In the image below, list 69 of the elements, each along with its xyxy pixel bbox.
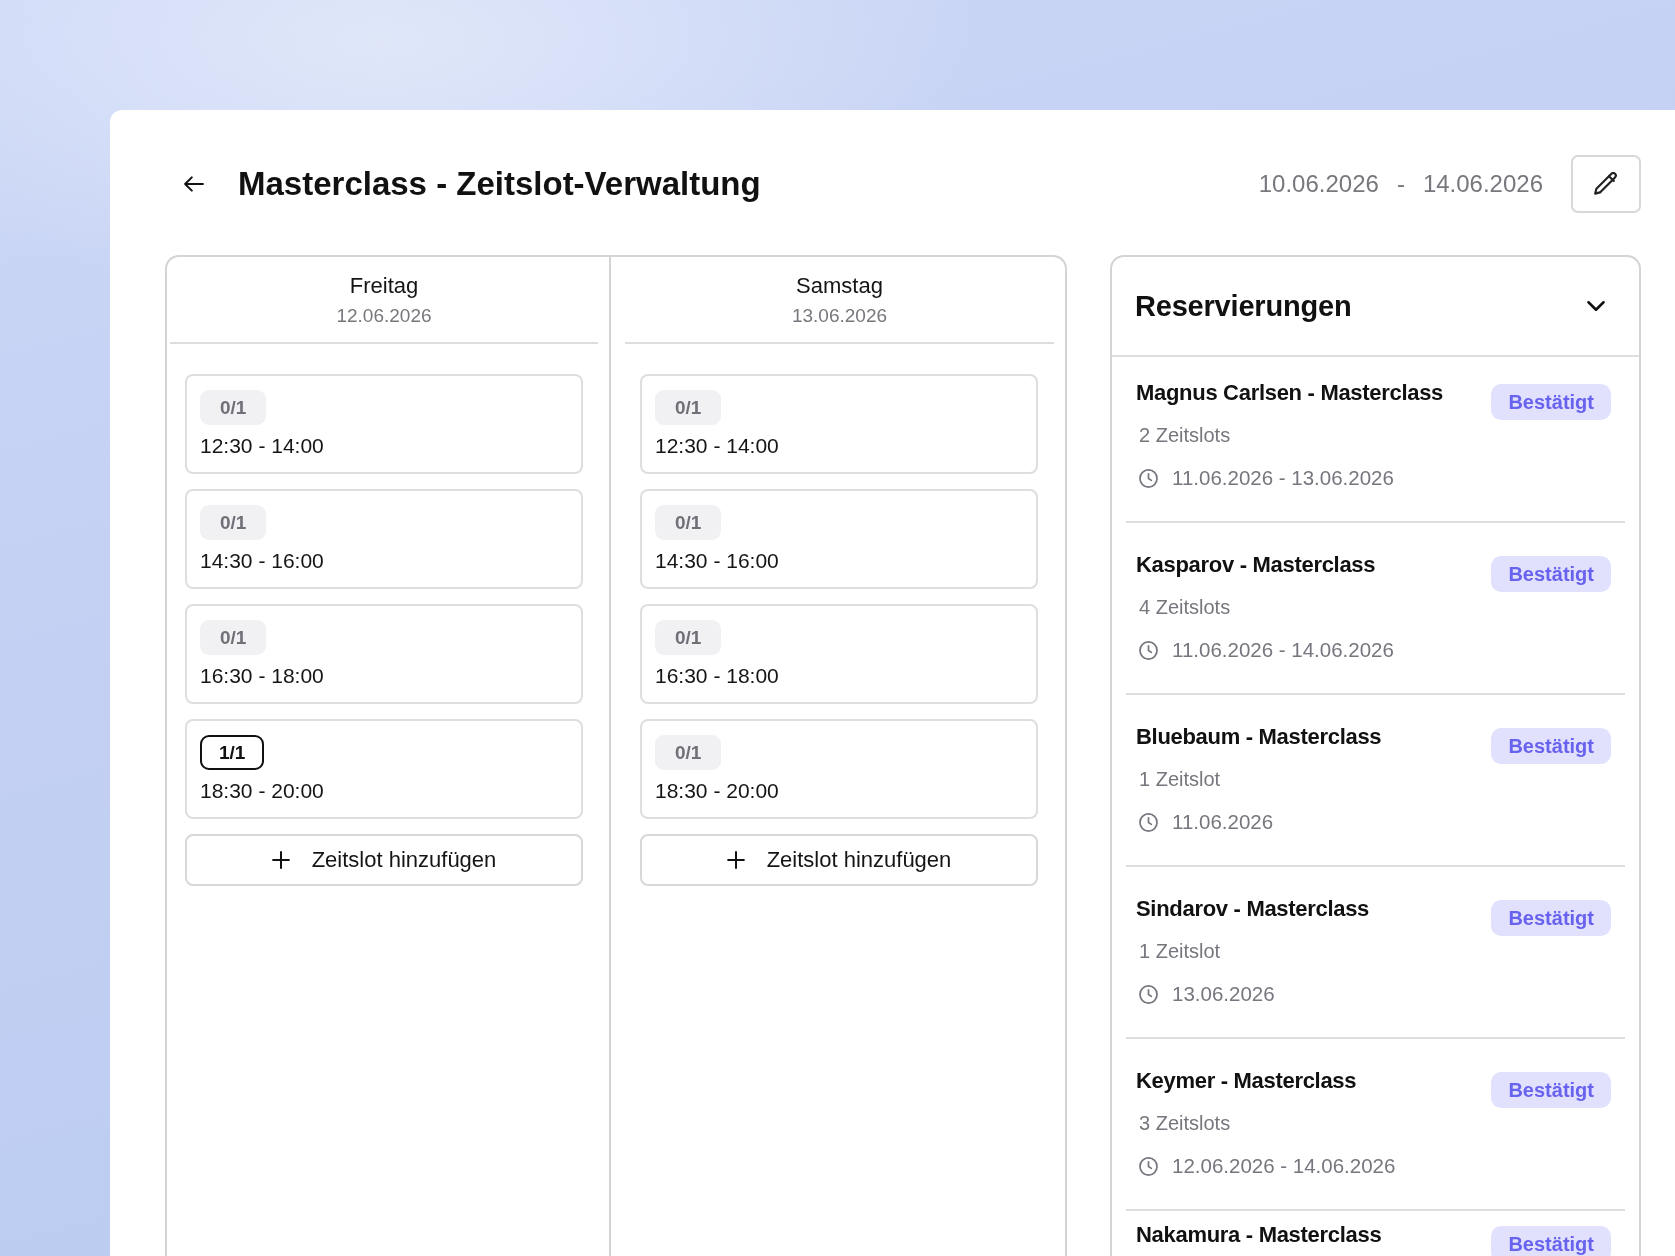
timeslot-count: 1 Zeitslot: [1138, 939, 1221, 964]
panel-title: Reservierungen: [1135, 289, 1352, 323]
slot-time: 16:30 - 18:00: [200, 664, 324, 688]
slot-time: 12:30 - 14:00: [200, 434, 324, 458]
reservation-title[interactable]: Sindarov - Masterclass: [1136, 895, 1370, 923]
status-badge: Bestätigt: [1491, 1226, 1611, 1256]
occupancy-badge: 0/1: [655, 620, 722, 655]
clock-icon: [1139, 812, 1158, 832]
occupancy-badge: 0/1: [655, 505, 722, 540]
occupancy-badge: 0/1: [200, 390, 267, 425]
reservation-dates: 12.06.2026 - 14.06.2026: [1172, 1153, 1396, 1179]
date-range-start: 10.06.2026: [1258, 170, 1379, 198]
timeslot-card[interactable]: 0/1 12:30 - 14:00: [640, 374, 1038, 474]
day-date: 12.06.2026: [336, 304, 432, 328]
slot-time: 12:30 - 14:00: [655, 434, 779, 458]
reservation-title[interactable]: Magnus Carlsen - Masterclass: [1136, 379, 1444, 407]
reservation-title[interactable]: Keymer - Masterclass: [1136, 1067, 1357, 1095]
reservation-dates: 13.06.2026: [1172, 981, 1275, 1007]
timeslot-card[interactable]: 0/1 14:30 - 16:00: [640, 489, 1038, 589]
status-badge: Bestätigt: [1491, 1072, 1611, 1108]
page-title: Masterclass - Zeitslot-Verwaltung: [238, 165, 761, 203]
occupancy-badge: 0/1: [655, 735, 722, 770]
timeslot-count: 1 Zeitslot: [1138, 767, 1221, 792]
reservation-title[interactable]: Nakamura - Masterclass: [1136, 1221, 1382, 1249]
clock-icon: [1139, 468, 1158, 488]
pencil-icon: [1594, 172, 1618, 196]
plus-icon: [271, 851, 290, 869]
date-range-end: 14.06.2026: [1422, 170, 1543, 198]
clock-icon: [1139, 1156, 1158, 1176]
occupancy-badge: 0/1: [655, 390, 722, 425]
clock-icon: [1139, 640, 1158, 660]
edit-button[interactable]: [1571, 155, 1641, 213]
arrow-left-icon: [184, 176, 204, 192]
timeslot-card[interactable]: 0/1 12:30 - 14:00: [185, 374, 583, 474]
occupancy-badge: 0/1: [200, 505, 267, 540]
slot-time: 16:30 - 18:00: [655, 664, 779, 688]
add-timeslot-button[interactable]: Zeitslot hinzufügen: [640, 834, 1038, 886]
status-badge: Bestätigt: [1491, 900, 1611, 936]
timeslot-card[interactable]: 0/1 16:30 - 18:00: [185, 604, 583, 704]
slot-time: 18:30 - 20:00: [655, 779, 779, 803]
date-range-separator: -: [1396, 170, 1405, 198]
slot-time: 18:30 - 20:00: [200, 779, 324, 803]
reservation-title[interactable]: Kasparov - Masterclass: [1136, 551, 1376, 579]
timeslot-card[interactable]: 0/1 18:30 - 20:00: [640, 719, 1038, 819]
timeslot-count: 2 Zeitslots: [1138, 423, 1231, 448]
reservation-title[interactable]: Bluebaum - Masterclass: [1136, 723, 1382, 751]
timeslot-card[interactable]: 1/1 18:30 - 20:00: [185, 719, 583, 819]
occupancy-badge: 0/1: [200, 620, 267, 655]
status-badge: Bestätigt: [1491, 728, 1611, 764]
reservation-dates: 11.06.2026: [1172, 809, 1274, 835]
plus-icon: [726, 851, 745, 869]
slot-time: 14:30 - 16:00: [655, 549, 779, 573]
occupancy-badge: 1/1: [200, 735, 265, 770]
timeslot-card[interactable]: 0/1 16:30 - 18:00: [640, 604, 1038, 704]
day-date: 13.06.2026: [791, 304, 888, 328]
timeslot-count: 3 Zeitslots: [1138, 1111, 1231, 1136]
chevron-down-icon[interactable]: [1587, 301, 1605, 311]
day-name: Freitag: [349, 272, 419, 300]
timeslot-count: 4 Zeitslots: [1138, 595, 1231, 620]
timeslot-card[interactable]: 0/1 14:30 - 16:00: [185, 489, 583, 589]
status-badge: Bestätigt: [1491, 556, 1611, 592]
add-timeslot-button[interactable]: Zeitslot hinzufügen: [185, 834, 583, 886]
back-button[interactable]: [184, 176, 204, 192]
status-badge: Bestätigt: [1491, 384, 1611, 420]
day-name: Samstag: [796, 272, 883, 300]
clock-icon: [1139, 984, 1158, 1004]
reservation-dates: 11.06.2026 - 13.06.2026: [1172, 465, 1394, 491]
reservation-dates: 11.06.2026 - 14.06.2026: [1172, 637, 1394, 663]
slot-time: 14:30 - 16:00: [200, 549, 324, 573]
